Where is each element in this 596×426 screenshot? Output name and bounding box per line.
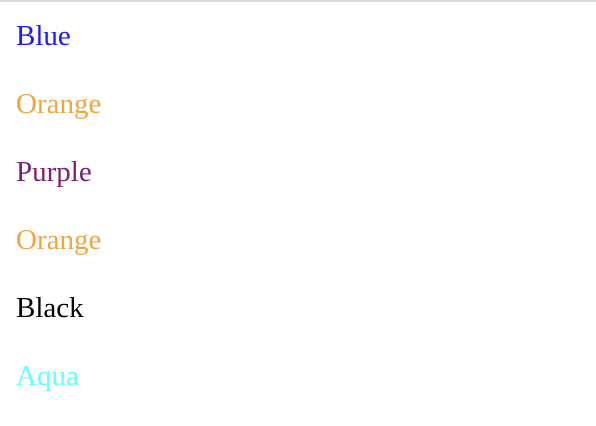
color-list: Blue Orange Purple Orange Black Aqua	[16, 18, 101, 426]
color-item-purple: Purple	[16, 156, 92, 188]
color-item-orange: Orange	[16, 88, 102, 120]
color-item-black: Black	[16, 292, 84, 324]
color-item-blue: Blue	[16, 20, 71, 52]
top-divider	[0, 0, 596, 2]
color-item-orange: Orange	[16, 224, 102, 256]
